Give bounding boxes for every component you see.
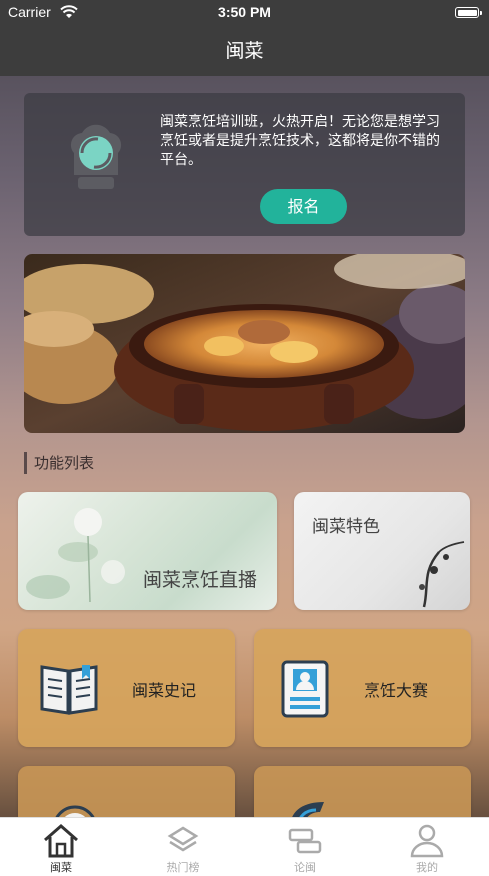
- tab-forum[interactable]: 论闽: [255, 818, 355, 876]
- history-label: 闽菜史记: [132, 681, 197, 700]
- tab-hot-list[interactable]: 热门榜: [133, 818, 233, 876]
- signup-button[interactable]: 报名: [260, 189, 347, 224]
- tab-label: 热门榜: [166, 861, 200, 874]
- braised-dish-image: [24, 254, 465, 433]
- ink-plum-icon: [419, 541, 465, 608]
- page-title: 闽菜: [225, 40, 264, 62]
- food-banner[interactable]: [24, 254, 465, 433]
- forum-icon: [288, 828, 322, 854]
- book-icon: [40, 665, 98, 715]
- tab-home[interactable]: 闽菜: [11, 818, 111, 876]
- specialty-card[interactable]: 闽菜特色: [294, 492, 470, 610]
- clock: 3:50 PM: [218, 4, 271, 20]
- history-card[interactable]: 闽菜史记: [18, 629, 235, 747]
- layers-icon: [167, 826, 199, 852]
- contest-card[interactable]: 烹饪大赛: [254, 629, 471, 747]
- home-icon: [44, 824, 78, 858]
- live-cooking-label: 闽菜烹饪直播: [142, 569, 257, 591]
- tab-bar: 闽菜 热门榜 论闽 我的: [0, 817, 489, 876]
- id-card-icon: [281, 660, 329, 718]
- chef-hat-icon: [70, 124, 122, 189]
- battery-icon: [455, 7, 482, 18]
- section-title: 功能列表: [24, 452, 94, 474]
- tab-label: 论闽: [294, 861, 316, 874]
- tab-label: 闽菜: [50, 861, 72, 874]
- live-cooking-card[interactable]: 闽菜烹饪直播: [18, 492, 277, 610]
- user-icon: [410, 824, 444, 858]
- promo-card: 闽菜烹饪培训班，火热开启！无论您是想学习烹饪或者是提升烹饪技术，这都将是你不错的…: [24, 93, 465, 236]
- nav-bar: 闽菜: [0, 26, 489, 76]
- tab-label: 我的: [416, 861, 438, 874]
- status-bar: Carrier 3:50 PM: [0, 0, 489, 26]
- promo-text: 闽菜烹饪培训班，火热开启！无论您是想学习烹饪或者是提升烹饪技术，这都将是你不错的…: [160, 114, 440, 168]
- lotus-painting-icon: [26, 508, 125, 603]
- contest-label: 烹饪大赛: [364, 681, 429, 700]
- tab-profile[interactable]: 我的: [377, 818, 477, 876]
